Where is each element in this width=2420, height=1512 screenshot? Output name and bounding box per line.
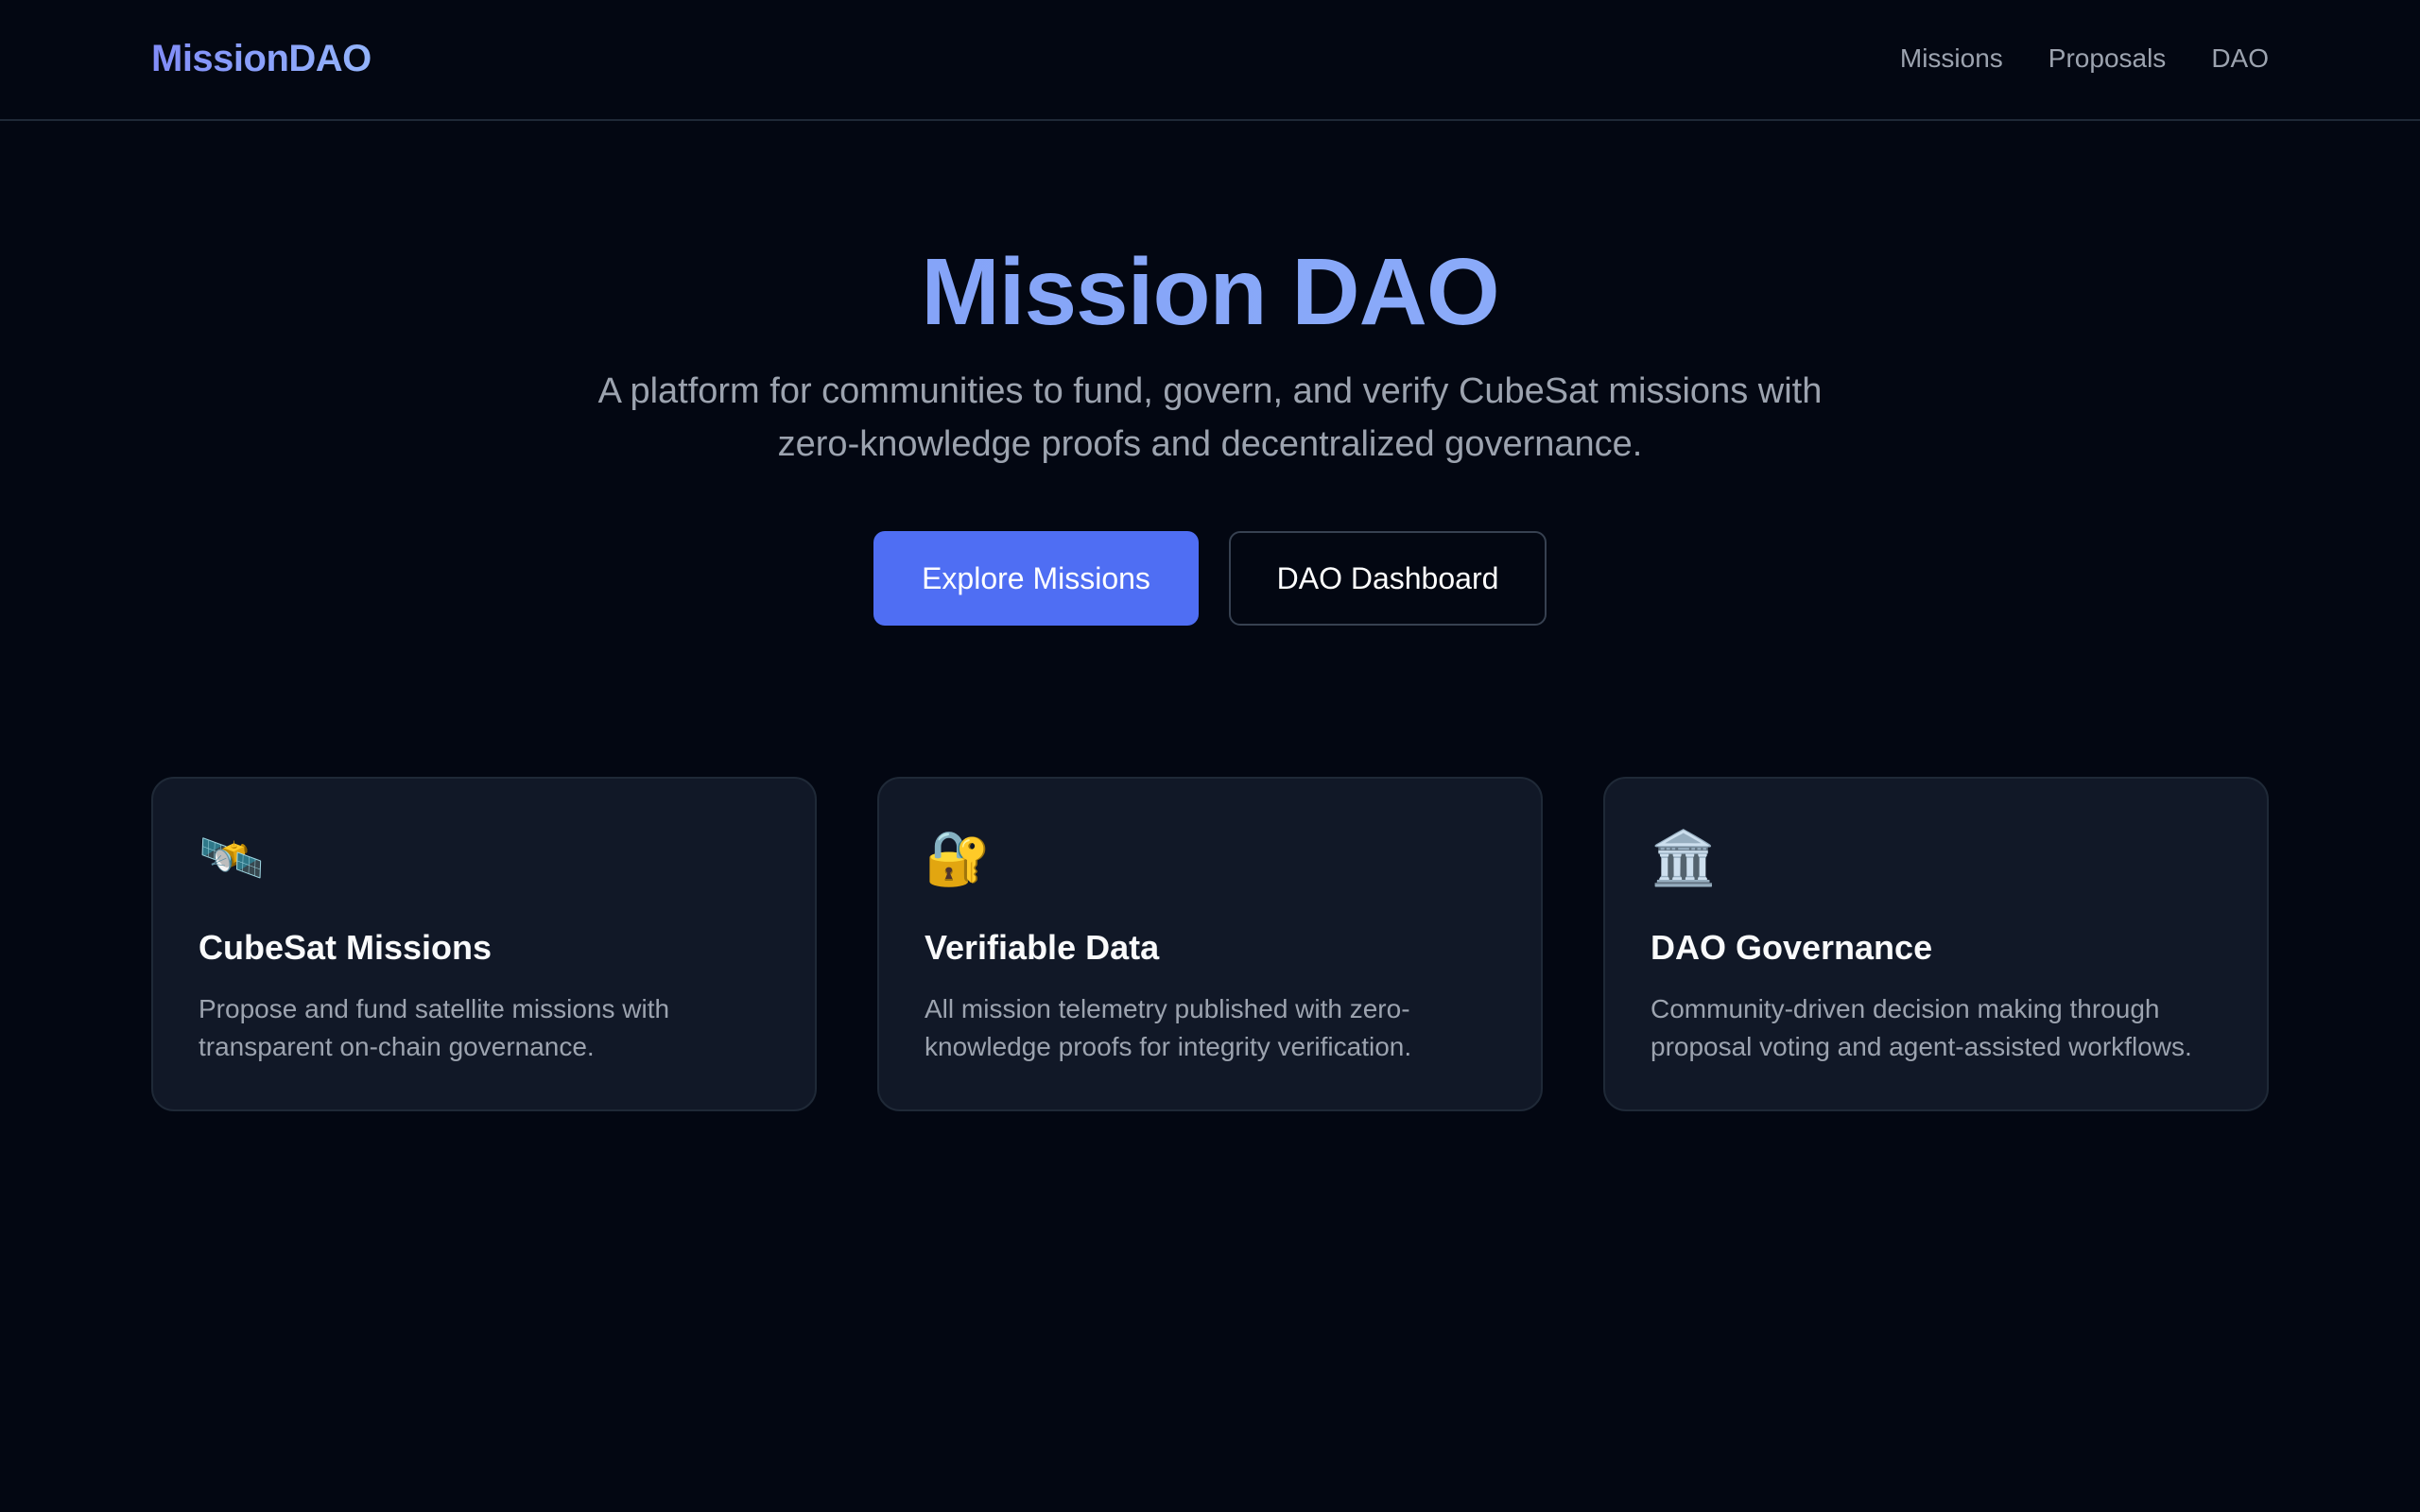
dao-dashboard-button[interactable]: DAO Dashboard	[1229, 531, 1547, 626]
feature-card-description: Community-driven decision making through…	[1651, 994, 2192, 1061]
brand-logo[interactable]: MissionDAO	[151, 38, 372, 80]
classical-building-icon: 🏛️	[1651, 828, 1717, 887]
feature-card-verifiable-data: 🔐 Verifiable Data All mission telemetry …	[877, 777, 1543, 1111]
feature-card-cubesat: 🛰️ CubeSat Missions Propose and fund sat…	[151, 777, 817, 1111]
lock-key-icon: 🔐	[925, 828, 991, 887]
top-navbar: MissionDAO Missions Proposals DAO	[0, 0, 2420, 121]
feature-card-title: DAO Governance	[1651, 928, 1933, 967]
explore-missions-button[interactable]: Explore Missions	[873, 531, 1199, 626]
satellite-icon: 🛰️	[199, 828, 265, 887]
nav-link-proposals[interactable]: Proposals	[2048, 43, 2167, 74]
main-nav: Missions Proposals DAO	[1900, 43, 2269, 74]
feature-card-title: Verifiable Data	[925, 928, 1160, 967]
feature-card-description: All mission telemetry published with zer…	[925, 994, 1412, 1061]
nav-link-missions[interactable]: Missions	[1900, 43, 2003, 74]
feature-card-description: Propose and fund satellite missions with…	[199, 994, 670, 1061]
nav-link-dao[interactable]: DAO	[2211, 43, 2269, 74]
hero-title: Mission DAO	[0, 238, 2420, 347]
feature-card-title: CubeSat Missions	[199, 928, 493, 967]
hero-subtitle: A platform for communities to fund, gove…	[597, 371, 1823, 464]
feature-card-dao-governance: 🏛️ DAO Governance Community-driven decis…	[1603, 777, 2269, 1111]
